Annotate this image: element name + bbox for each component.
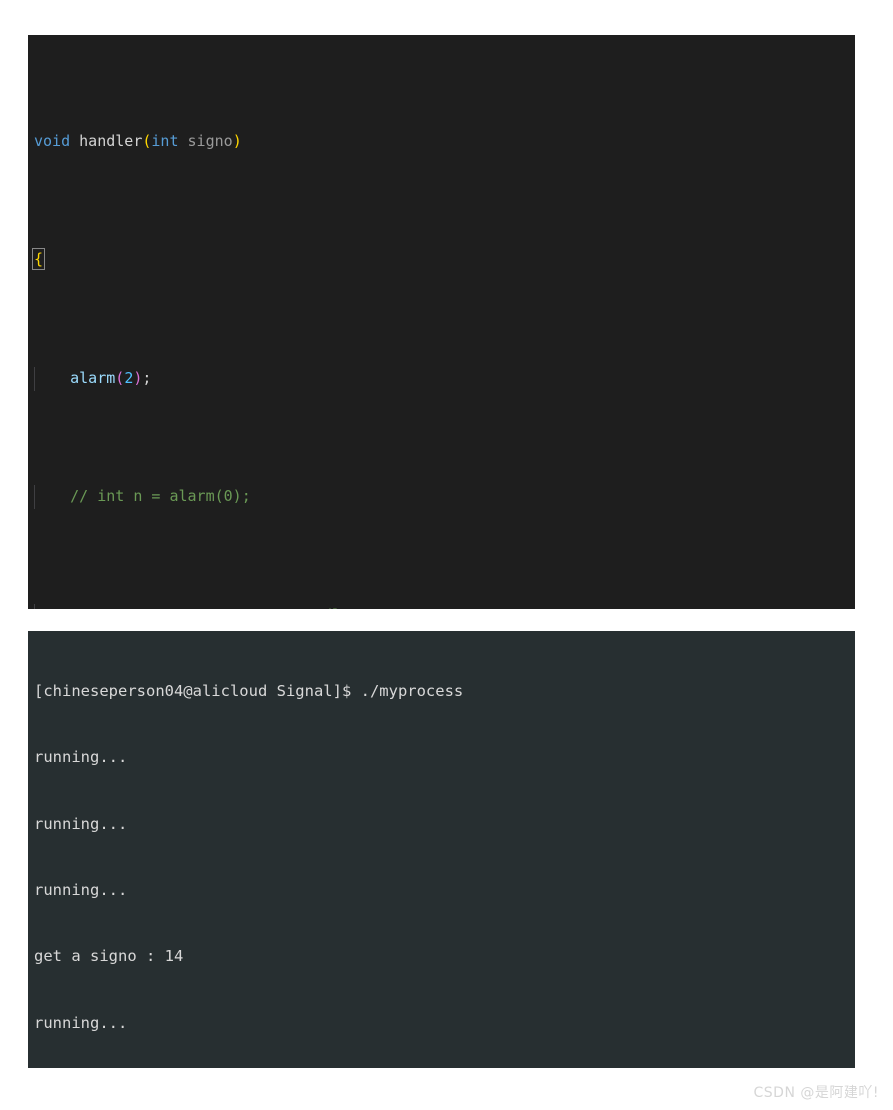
- token-semicolon: ;: [142, 368, 152, 387]
- terminal-output[interactable]: [chineseperson04@alicloud Signal]$ ./myp…: [28, 631, 855, 1068]
- code-line: // int n = alarm(0);: [28, 485, 855, 509]
- code-editor-panel[interactable]: void handler(int signo) { alarm(2); // i…: [28, 35, 855, 609]
- terminal-line: running...: [34, 814, 128, 833]
- indent-guide: [34, 485, 35, 509]
- token-keyword-void: void: [34, 131, 71, 150]
- code-line: alarm(2);: [28, 366, 855, 391]
- terminal-line: running...: [34, 1013, 128, 1032]
- indent-guide: [34, 366, 35, 391]
- indent-guide: [34, 603, 35, 609]
- token-id-alarm: alarm: [70, 368, 116, 387]
- token-paren-open: (: [115, 368, 125, 387]
- terminal-prompt-line: [chineseperson04@alicloud Signal]$ ./myp…: [34, 682, 464, 701]
- terminal-line: running...: [34, 881, 128, 900]
- token-paren-close: ): [232, 131, 242, 150]
- terminal-panel[interactable]: [chineseperson04@alicloud Signal]$ ./myp…: [28, 631, 855, 1068]
- token-fn-handler: handler: [79, 131, 143, 150]
- code-line: {: [28, 248, 855, 272]
- token-comment: // cout << "n : " << n << endl;: [70, 606, 350, 609]
- terminal-line: get a signo : 14: [34, 947, 184, 966]
- code-editor-content[interactable]: void handler(int signo) { alarm(2); // i…: [28, 35, 855, 609]
- token-comment: // int n = alarm(0);: [70, 487, 251, 506]
- token-num-2: 2: [124, 368, 134, 387]
- token-param-signo: signo: [187, 131, 233, 150]
- terminal-line: running...: [34, 748, 128, 767]
- token-brace-open-matched: {: [31, 248, 46, 271]
- csdn-watermark: CSDN @是阿建吖!: [753, 1085, 879, 1101]
- code-line: // cout << "n : " << n << endl;: [28, 603, 855, 609]
- token-keyword-int: int: [151, 131, 179, 150]
- code-line: void handler(int signo): [28, 130, 855, 154]
